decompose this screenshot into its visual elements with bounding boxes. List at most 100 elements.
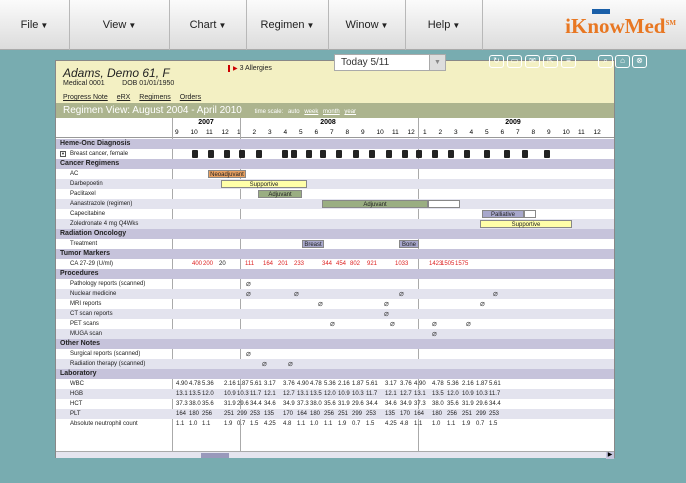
lab-value[interactable]: 0.7 [237, 419, 245, 429]
paperclip-icon[interactable]: ⌀ [262, 359, 267, 369]
lab-value[interactable]: 3.17 [385, 379, 397, 389]
tumor-value[interactable]: 1505 [441, 259, 454, 269]
paperclip-icon[interactable]: ⌀ [493, 289, 498, 299]
document-icon[interactable] [282, 150, 288, 158]
row-hgb[interactable]: HGB 13.1 13.5 12.0 10.9 10.3 11.7 12.1 12.7 13.1 1… [56, 389, 614, 399]
lab-value[interactable]: 38.0 [189, 399, 201, 409]
lab-value[interactable]: 3.17 [264, 379, 276, 389]
lab-value[interactable]: 37.3 [176, 399, 188, 409]
row-zoledronate[interactable]: Zoledronate 4 mg Q4Wks Supportive [56, 219, 614, 229]
paperclip-icon[interactable]: ⌀ [466, 319, 471, 329]
lab-value[interactable]: 4.78 [310, 379, 322, 389]
lab-value[interactable]: 1.5 [366, 419, 374, 429]
row-pet[interactable]: PET scans ⌀ ⌀ ⌀ ⌀ [56, 319, 614, 329]
tumor-value[interactable]: 233 [294, 259, 304, 269]
bar-supportive-2[interactable]: Supportive [480, 220, 572, 228]
lab-value[interactable]: 12.7 [283, 389, 295, 399]
today-selector[interactable]: Today 5/11 ▼ [334, 54, 446, 71]
row-breast-cancer[interactable]: ▼ Breast cancer, female [56, 149, 614, 159]
lab-value[interactable]: 35.6 [447, 399, 459, 409]
lab-value[interactable]: 135 [264, 409, 274, 419]
lab-value[interactable]: 0.7 [476, 419, 484, 429]
document-icon[interactable] [224, 150, 230, 158]
scroll-thumb[interactable] [201, 453, 229, 458]
bar-adjuvant-1[interactable]: Adjuvant [258, 190, 302, 198]
lab-value[interactable]: 164 [297, 409, 307, 419]
lab-value[interactable]: 2.16 [462, 379, 474, 389]
close-icon[interactable]: ⊗ [632, 55, 647, 68]
bar-breast[interactable]: Breast [302, 240, 324, 248]
row-surgical[interactable]: Surgical reports (scanned) ⌀ [56, 349, 614, 359]
lab-value[interactable]: 1.1 [176, 419, 184, 429]
lab-value[interactable]: 164 [176, 409, 186, 419]
row-ac[interactable]: AC Neoadjuvant [56, 169, 614, 179]
lab-value[interactable]: 1.1 [414, 419, 422, 429]
tumor-value[interactable]: 921 [367, 259, 377, 269]
paperclip-icon[interactable]: ⌀ [480, 299, 485, 309]
lab-value[interactable]: 12.7 [400, 389, 412, 399]
paperclip-icon[interactable]: ⌀ [294, 289, 299, 299]
lab-value[interactable]: 10.3 [237, 389, 249, 399]
document-icon[interactable] [291, 150, 297, 158]
bar-palliative[interactable]: Palliative [482, 210, 524, 218]
row-darbepoetin[interactable]: Darbepoetin Supportive [56, 179, 614, 189]
tab-regimens[interactable]: Regimens [139, 94, 171, 101]
menu-regimen[interactable]: Regimen ▼ [247, 0, 329, 50]
lab-value[interactable]: 4.90 [297, 379, 309, 389]
lab-value[interactable]: 31.9 [338, 399, 350, 409]
menu-view[interactable]: View ▼ [70, 0, 170, 50]
lab-value[interactable]: 31.9 [462, 399, 474, 409]
lab-value[interactable]: 12.0 [202, 389, 214, 399]
lab-value[interactable]: 1.0 [310, 419, 318, 429]
lab-value[interactable]: 1.5 [489, 419, 497, 429]
search-icon[interactable]: ⌕ [598, 55, 613, 68]
lab-value[interactable]: 253 [250, 409, 260, 419]
menu-chart[interactable]: Chart ▼ [170, 0, 247, 50]
document-icon[interactable] [239, 150, 245, 158]
lab-value[interactable]: 4.78 [432, 379, 444, 389]
menu-window[interactable]: Winow ▼ [329, 0, 406, 50]
tumor-value[interactable]: 20 [219, 259, 226, 269]
allergy-indicator[interactable]: ▶ 3 Allergies [228, 65, 272, 72]
lab-value[interactable]: 135 [385, 409, 395, 419]
document-icon[interactable] [208, 150, 214, 158]
lab-value[interactable]: 5.36 [447, 379, 459, 389]
lab-value[interactable]: 4.8 [283, 419, 291, 429]
notes-icon[interactable]: ≡ [561, 55, 576, 68]
lab-value[interactable]: 1.5 [250, 419, 258, 429]
lab-value[interactable]: 3.76 [400, 379, 412, 389]
lab-value[interactable]: 5.61 [250, 379, 262, 389]
lab-value[interactable]: 35.6 [202, 399, 214, 409]
lab-value[interactable]: 1.87 [352, 379, 364, 389]
lab-value[interactable]: 29.6 [237, 399, 249, 409]
home-icon[interactable]: ⌂ [615, 55, 630, 68]
lab-value[interactable]: 180 [189, 409, 199, 419]
scroll-right-icon[interactable]: ▶ [606, 452, 614, 459]
lab-value[interactable]: 2.16 [224, 379, 236, 389]
document-icon[interactable] [464, 150, 470, 158]
lab-value[interactable]: 34.4 [489, 399, 501, 409]
scale-week[interactable]: week [304, 109, 318, 115]
lab-value[interactable]: 1.1 [297, 419, 305, 429]
row-paclitaxel[interactable]: Paclitaxel Adjuvant [56, 189, 614, 199]
export-icon[interactable]: ⇱ [543, 55, 558, 68]
lab-value[interactable]: 35.6 [324, 399, 336, 409]
document-icon[interactable] [336, 150, 342, 158]
scale-month[interactable]: month [323, 109, 340, 115]
paperclip-icon[interactable]: ⌀ [246, 349, 251, 359]
lab-value[interactable]: 256 [324, 409, 334, 419]
bar-palliative-ext[interactable] [524, 210, 536, 218]
lab-value[interactable]: 29.6 [476, 399, 488, 409]
lab-value[interactable]: 12.1 [264, 389, 276, 399]
document-icon[interactable] [522, 150, 528, 158]
paperclip-icon[interactable]: ⌀ [246, 289, 251, 299]
paperclip-icon[interactable]: ⌀ [432, 329, 437, 339]
print-icon[interactable]: ▭ [507, 55, 522, 68]
tab-progress-note[interactable]: Progress Note [63, 94, 108, 101]
lab-value[interactable]: 4.90 [176, 379, 188, 389]
bar-bone[interactable]: Bone [399, 240, 419, 248]
paperclip-icon[interactable]: ⌀ [384, 299, 389, 309]
menu-file[interactable]: File ▼ [0, 0, 70, 50]
paperclip-icon[interactable]: ⌀ [318, 299, 323, 309]
lab-value[interactable]: 10.3 [352, 389, 364, 399]
